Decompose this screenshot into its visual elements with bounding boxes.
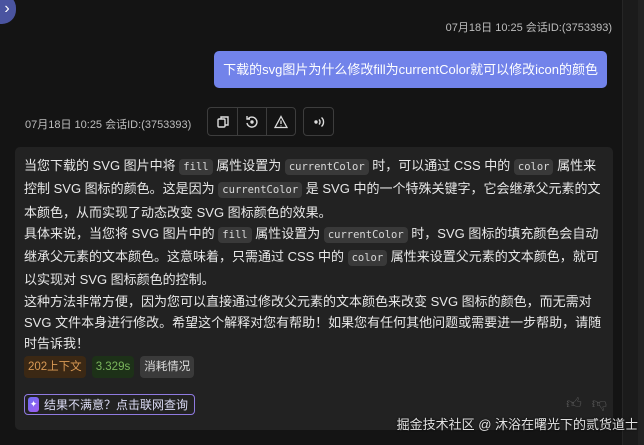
answer-paragraph: 当您下载的 SVG 图片中将 fill 属性设置为 currentColor 时… [24,155,604,223]
answer-text-segment: 当您下载的 SVG 图片中将 [24,158,180,173]
user-message-timestamp: 07月18日 10:25 会话ID:(3753393) [445,22,612,34]
answer-paragraph: 具体来说，当您将 SVG 图片中的 fill 属性设置为 currentColo… [24,223,604,291]
assistant-message-timestamp: 07月18日 10:25 会话ID:(3753393) [25,119,192,131]
copy-button[interactable] [208,108,237,135]
inline-code: currentColor [218,182,303,199]
response-time-badge: 3.329s [91,356,135,378]
report-button[interactable] [266,108,295,135]
thumbs-up-icon[interactable]: 👍︎ [566,395,582,413]
scrollbar[interactable] [622,0,644,445]
answer-text-segment: 具体来说，当您将 SVG 图片中的 [24,225,219,241]
web-search-button[interactable]: ✦ 结果不满意？点击联网查询 [24,394,196,415]
scrollbar-track[interactable] [638,0,644,445]
inline-code: color [347,250,388,267]
answer-text-segment: 时，可以通过 CSS 中的 [368,158,514,173]
regenerate-button[interactable] [237,108,266,135]
usage-button[interactable]: 消耗情况 [140,356,195,378]
watermark: 掘金技术社区 @ 沐浴在曙光下的贰货道士 [396,417,638,432]
answer-text: 当您下载的 SVG 图片中将 fill 属性设置为 currentColor 时… [24,155,604,355]
thumbs-down-icon[interactable]: 👎︎ [592,395,607,413]
sidebar-toggle-button[interactable]: › [0,0,16,24]
context-badge: 202上下文 [24,356,86,378]
inline-code: fill [218,226,252,243]
sparkle-icon: ✦ [28,397,39,412]
assistant-answer-card: 当您下载的 SVG 图片中将 fill 属性设置为 currentColor 时… [15,147,613,430]
inline-code: fill [179,159,213,175]
inline-code: currentColor [284,159,369,175]
read-aloud-button[interactable] [304,108,333,135]
message-actions [207,107,334,136]
inline-code: color [513,159,554,175]
inline-code: currentColor [323,226,408,243]
chevron-right-icon: › [4,0,10,17]
answer-text-segment: 属性设置为 [212,158,285,173]
answer-paragraph: 这种方法非常方便，因为您可以直接通过修改父元素的文本颜色来改变 SVG 图标的颜… [24,291,604,355]
report-icon [274,114,288,128]
web-search-label: 结果不满意？点击联网查询 [44,398,189,412]
regenerate-icon [246,115,258,128]
read-aloud-icon [313,116,324,127]
user-message-bubble: 下载的svg图片为什么修改fill为currentColor就可以修改icon的… [214,51,607,88]
answer-text-segment: 这种方法非常方便，因为您可以直接通过修改父元素的文本颜色来改变 SVG 图标的颜… [24,293,602,352]
copy-icon [216,115,229,128]
answer-text-segment: 属性设置为 [251,225,324,241]
